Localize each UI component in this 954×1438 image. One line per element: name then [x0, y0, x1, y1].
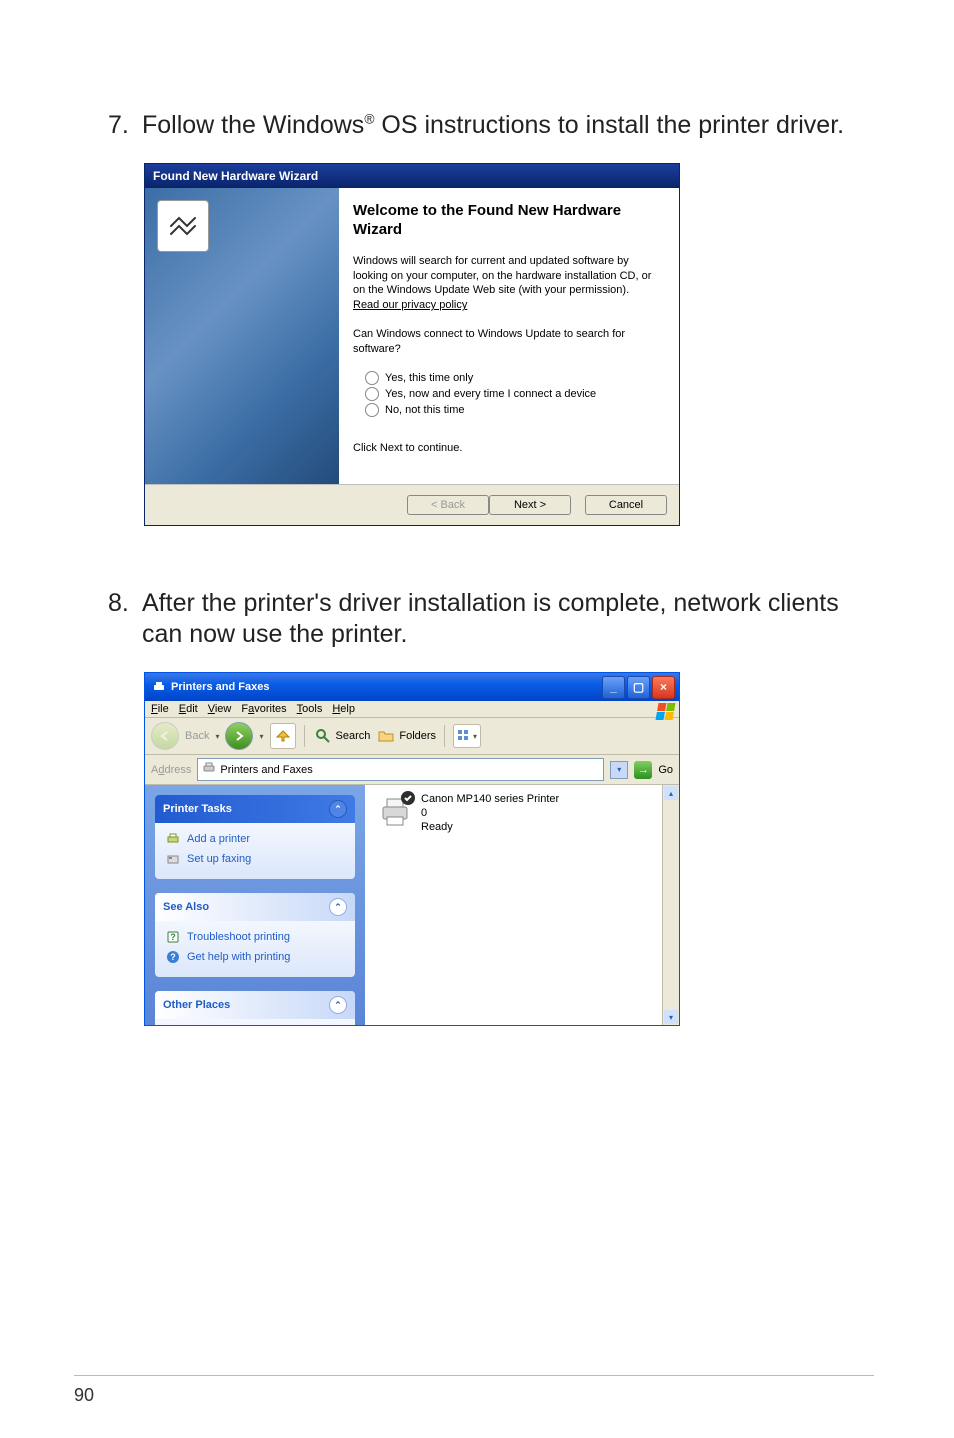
- radio-icon: [365, 371, 379, 385]
- troubleshoot-link[interactable]: ? Troubleshoot printing: [165, 927, 345, 947]
- menu-view[interactable]: View: [208, 703, 232, 715]
- get-help-link[interactable]: ? Get help with printing: [165, 947, 345, 967]
- menu-edit[interactable]: Edit: [179, 703, 198, 715]
- go-label: Go: [658, 764, 673, 776]
- step-8-num: 8.: [108, 588, 142, 651]
- windows-logo-icon: [657, 703, 675, 721]
- menu-tools[interactable]: Tools: [297, 703, 323, 715]
- collapse-button[interactable]: ⌃: [329, 800, 347, 818]
- address-dropdown[interactable]: ▾: [610, 761, 628, 779]
- radio-icon: [365, 403, 379, 417]
- menu-favorites[interactable]: Favorites: [241, 703, 286, 715]
- hardware-icon: [157, 200, 209, 252]
- printer-tasks-group: Printer Tasks ⌃ Add a printer: [155, 795, 355, 879]
- printer-list-item[interactable]: Canon MP140 series Printer 0 Ready: [377, 793, 559, 834]
- help-circle-icon: ?: [165, 949, 181, 965]
- window-title: Printers and Faxes: [171, 681, 269, 693]
- printer-status: Ready: [421, 821, 559, 835]
- default-check-icon: [401, 791, 415, 805]
- content-area: ▴ ▾: [365, 785, 679, 1025]
- minimize-button[interactable]: _: [602, 676, 625, 699]
- folders-button[interactable]: Folders: [376, 726, 436, 746]
- svg-text:?: ?: [170, 932, 176, 942]
- printer-name: Canon MP140 series Printer: [421, 793, 559, 807]
- wizard-footer: < Back Next > Cancel: [145, 484, 679, 525]
- wizard-side-graphic: [145, 188, 339, 483]
- printers-folder-icon: [151, 679, 167, 695]
- scroll-down-arrow[interactable]: ▾: [664, 1010, 678, 1024]
- menu-bar: File Edit View Favorites Tools Help: [145, 701, 679, 718]
- wizard-continue-hint: Click Next to continue.: [353, 441, 659, 456]
- toolbar: Back ▾ ▾ Search: [145, 718, 679, 755]
- collapse-button[interactable]: ⌃: [329, 996, 347, 1014]
- collapse-button[interactable]: ⌃: [329, 898, 347, 916]
- privacy-policy-link[interactable]: Read our privacy policy: [353, 299, 467, 311]
- address-value: Printers and Faxes: [220, 764, 312, 776]
- see-also-heading: See Also: [163, 901, 209, 913]
- vertical-scrollbar[interactable]: ▴ ▾: [662, 785, 679, 1025]
- chevron-down-icon[interactable]: ▾: [259, 732, 263, 741]
- step-8: 8. After the printer's driver installati…: [108, 588, 874, 651]
- menu-help[interactable]: Help: [332, 703, 355, 715]
- explorer-titlebar: Printers and Faxes _ ▢ ×: [145, 673, 679, 701]
- found-new-hardware-wizard: Found New Hardware Wizard Welcome to the…: [144, 163, 680, 525]
- printer-icon: [377, 793, 413, 829]
- views-button[interactable]: ▾: [453, 724, 481, 748]
- printers-and-faxes-window: Printers and Faxes _ ▢ × File Edit View …: [144, 672, 680, 1026]
- help-icon: ?: [165, 929, 181, 945]
- address-label: Address: [151, 764, 191, 776]
- step-7-num: 7.: [108, 110, 142, 141]
- chevron-down-icon[interactable]: ▾: [215, 732, 219, 741]
- nav-forward-button[interactable]: [225, 722, 253, 750]
- close-button[interactable]: ×: [652, 676, 675, 699]
- radio-icon: [365, 387, 379, 401]
- nav-back-button: [151, 722, 179, 750]
- menu-file[interactable]: File: [151, 703, 169, 715]
- address-bar: Address Printers and Faxes ▾ → Go: [145, 755, 679, 785]
- step-7: 7. Follow the Windows® OS instructions t…: [108, 110, 874, 141]
- wizard-content: Welcome to the Found New Hardware Wizard…: [339, 188, 679, 483]
- page-divider: [74, 1375, 874, 1376]
- next-button[interactable]: Next >: [489, 495, 571, 515]
- go-button[interactable]: →: [634, 761, 652, 779]
- folders-icon: [376, 726, 396, 746]
- cancel-button[interactable]: Cancel: [585, 495, 667, 515]
- maximize-button[interactable]: ▢: [627, 676, 650, 699]
- search-button[interactable]: Search: [313, 726, 371, 746]
- chevron-down-icon: ▾: [473, 732, 477, 741]
- add-printer-link[interactable]: Add a printer: [165, 829, 345, 849]
- radio-no[interactable]: No, not this time: [365, 403, 659, 417]
- add-printer-icon: [165, 831, 181, 847]
- other-places-heading: Other Places: [163, 999, 230, 1011]
- step-8-text: After the printer's driver installation …: [142, 588, 874, 651]
- printer-tasks-heading: Printer Tasks: [163, 803, 232, 815]
- svg-text:?: ?: [170, 952, 176, 962]
- nav-up-button[interactable]: [270, 723, 296, 749]
- page-number: 90: [74, 1385, 94, 1406]
- printers-folder-icon: [202, 761, 216, 778]
- see-also-group: See Also ⌃ ? Troubleshoot printing: [155, 893, 355, 977]
- set-up-faxing-link[interactable]: Set up faxing: [165, 849, 345, 869]
- step-7-text: Follow the Windows® OS instructions to i…: [142, 110, 874, 141]
- printer-docs: 0: [421, 807, 559, 821]
- fax-icon: [165, 851, 181, 867]
- back-label: Back: [185, 730, 209, 742]
- back-button: < Back: [407, 495, 489, 515]
- wizard-description: Windows will search for current and upda…: [353, 254, 659, 313]
- task-pane: Printer Tasks ⌃ Add a printer: [145, 785, 365, 1025]
- other-places-group: Other Places ⌃ Control Panel: [155, 991, 355, 1025]
- radio-yes-once[interactable]: Yes, this time only: [365, 371, 659, 385]
- scroll-up-arrow[interactable]: ▴: [664, 786, 678, 800]
- radio-yes-always[interactable]: Yes, now and every time I connect a devi…: [365, 387, 659, 401]
- wizard-question: Can Windows connect to Windows Update to…: [353, 327, 659, 357]
- address-field[interactable]: Printers and Faxes: [197, 758, 604, 781]
- wizard-titlebar: Found New Hardware Wizard: [145, 164, 679, 188]
- wizard-heading: Welcome to the Found New Hardware Wizard: [353, 202, 659, 240]
- search-icon: [313, 726, 333, 746]
